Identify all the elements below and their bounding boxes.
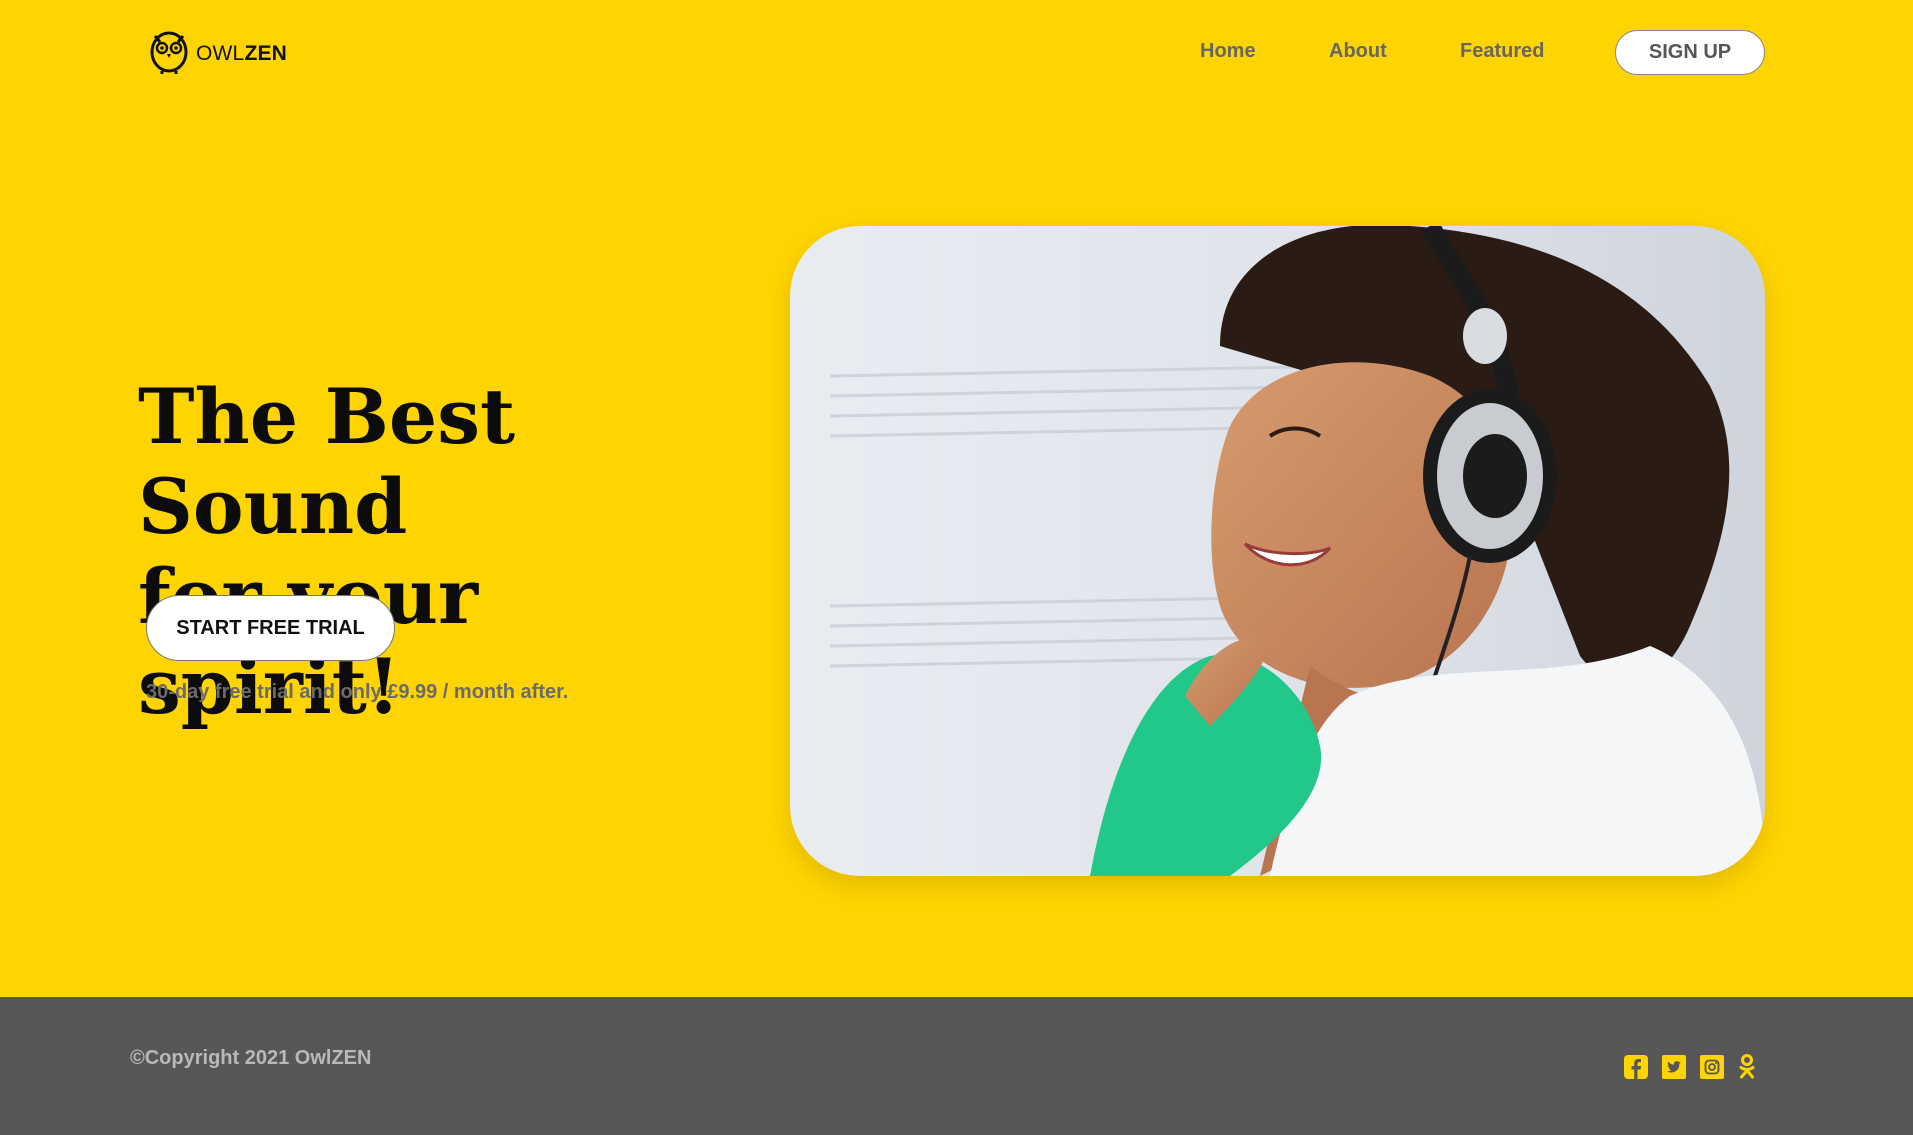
owl-icon xyxy=(148,28,190,79)
logo-text: OWLZEN xyxy=(196,41,288,65)
nav-home-link[interactable]: Home xyxy=(1200,40,1256,63)
odnoklassniki-icon[interactable] xyxy=(1738,1054,1756,1080)
trial-note: 30-day free trial and only £9.99 / month… xyxy=(146,681,569,703)
headline-line-1: The Best Sound xyxy=(138,372,516,551)
instagram-icon[interactable] xyxy=(1700,1055,1724,1079)
hero-image xyxy=(790,226,1765,876)
site-footer: ©Copyright 2021 OwlZEN xyxy=(0,997,1913,1135)
social-links xyxy=(1624,1054,1756,1080)
start-free-trial-button[interactable]: START FREE TRIAL xyxy=(146,595,395,661)
site-header: OWLZEN Home About Featured SIGN UP xyxy=(0,0,1913,110)
facebook-icon[interactable] xyxy=(1624,1055,1648,1079)
hero-headline: The Best Sound for your spirit! xyxy=(138,372,758,732)
nav-about-link[interactable]: About xyxy=(1329,40,1387,63)
nav-featured-link[interactable]: Featured xyxy=(1460,40,1544,63)
signup-button[interactable]: SIGN UP xyxy=(1615,30,1765,75)
logo[interactable]: OWLZEN xyxy=(148,28,287,79)
copyright-text: ©Copyright 2021 OwlZEN xyxy=(130,1047,372,1069)
twitter-icon[interactable] xyxy=(1662,1055,1686,1079)
